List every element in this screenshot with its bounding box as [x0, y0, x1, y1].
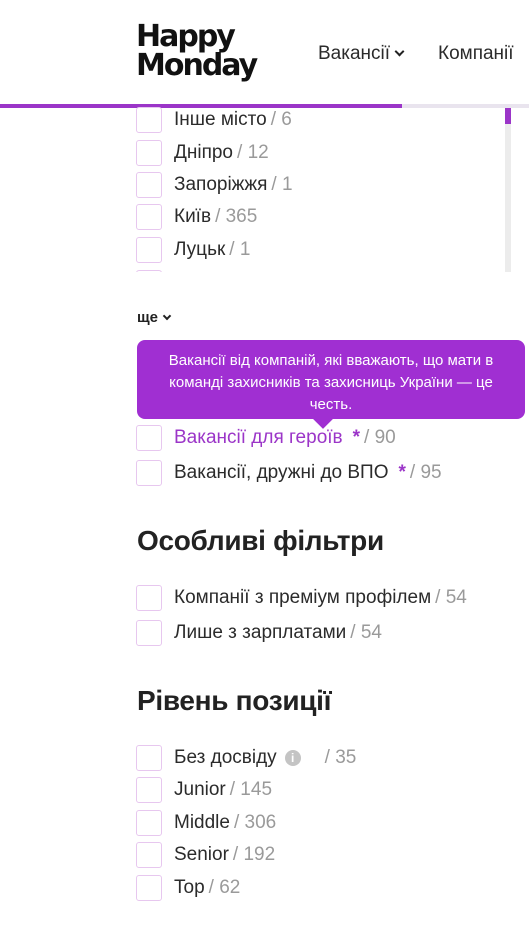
level-label: Top — [174, 877, 205, 898]
heroes-vacancies-label: Вакансії для героїв — [174, 427, 343, 448]
level-label: Middle — [174, 812, 230, 833]
checkbox[interactable] — [136, 140, 162, 166]
heroes-vacancies-filter[interactable]: Вакансії для героїв * / 90 — [136, 425, 396, 451]
checkbox[interactable] — [136, 777, 162, 803]
city-filter-list[interactable]: Інше місто / 6 Дніпро / 12 Запоріжжя / 1… — [136, 104, 511, 272]
filter-count: / 54 — [350, 622, 382, 643]
level-count: / 145 — [229, 779, 273, 800]
chevron-down-icon — [394, 46, 405, 57]
checkbox[interactable] — [136, 585, 162, 611]
level-title: Рівень позиції — [137, 685, 332, 716]
level-filter-middle[interactable]: Middle / 306 — [136, 810, 276, 836]
site-header: Happy Monday Вакансії Компанії — [0, 0, 529, 108]
level-filter-junior[interactable]: Junior / 145 — [136, 777, 272, 803]
salary-only-filter[interactable]: Лише з зарплатами / 54 — [136, 620, 382, 646]
premium-companies-filter[interactable]: Компанії з преміум профілем / 54 — [136, 585, 467, 611]
asterisk-icon: * — [398, 462, 406, 483]
city-list-scrollbar[interactable] — [505, 108, 511, 272]
idp-friendly-label: Вакансії, дружні до ВПО — [174, 462, 389, 483]
logo-line-2: Monday — [136, 48, 258, 83]
filter-count: / 54 — [435, 587, 467, 608]
city-count: / 1 — [229, 239, 251, 260]
level-filter-no-experience[interactable]: Без досвіду i / 35 — [136, 745, 356, 771]
level-count: / 35 — [324, 747, 357, 768]
city-count: / 12 — [237, 142, 269, 163]
checkbox[interactable] — [136, 237, 162, 263]
nav-companies-label: Компанії — [438, 43, 514, 64]
city-filter-item-partial[interactable] — [136, 270, 174, 272]
asterisk-icon: * — [352, 427, 361, 448]
city-label: Дніпро — [174, 142, 234, 163]
tooltip-text: Вакансії від компаній, які вважають, що … — [168, 352, 494, 413]
city-label: Запоріжжя — [174, 174, 268, 195]
level-label: Senior — [174, 844, 229, 865]
level-filter-senior[interactable]: Senior / 192 — [136, 842, 275, 868]
info-icon[interactable]: i — [284, 750, 301, 766]
checkbox[interactable] — [136, 425, 162, 451]
special-filters-title: Особливі фільтри — [137, 525, 384, 556]
checkbox[interactable] — [136, 842, 162, 868]
city-filter-item[interactable]: Інше місто / 6 — [136, 107, 292, 133]
level-label: Junior — [174, 779, 226, 800]
level-label: Без досвіду — [174, 747, 277, 768]
checkbox[interactable] — [136, 875, 162, 901]
filter-label: Компанії з преміум профілем — [174, 587, 432, 608]
checkbox[interactable] — [136, 460, 162, 486]
city-count: / 6 — [270, 109, 292, 130]
idp-friendly-count: / 95 — [409, 462, 442, 483]
checkbox[interactable] — [136, 620, 162, 646]
city-count: / 1 — [271, 174, 293, 195]
idp-friendly-filter[interactable]: Вакансії, дружні до ВПО * / 95 — [136, 460, 442, 486]
level-count: / 62 — [208, 877, 241, 898]
checkbox[interactable] — [136, 107, 162, 133]
checkbox[interactable] — [136, 270, 162, 272]
checkbox[interactable] — [136, 204, 162, 230]
city-label: Київ — [174, 206, 212, 227]
level-filter-top[interactable]: Top / 62 — [136, 875, 240, 901]
scrollbar-thumb[interactable] — [505, 108, 511, 124]
city-filter-item[interactable]: Київ / 365 — [136, 204, 257, 230]
heroes-vacancies-count: / 90 — [364, 427, 396, 448]
city-count: / 365 — [215, 206, 258, 227]
checkbox[interactable] — [136, 810, 162, 836]
filter-label: Лише з зарплатами — [174, 622, 347, 643]
nav-companies[interactable]: Компанії — [438, 43, 514, 65]
city-filter-item[interactable]: Луцьк / 1 — [136, 237, 250, 263]
nav-vacancies-label: Вакансії — [318, 43, 391, 64]
show-more-label: ще — [137, 309, 158, 326]
logo[interactable]: Happy Monday — [136, 19, 258, 83]
nav-vacancies[interactable]: Вакансії — [318, 43, 405, 65]
city-filter-item[interactable]: Дніпро / 12 — [136, 140, 269, 166]
level-count: / 306 — [233, 812, 277, 833]
city-filter-item[interactable]: Запоріжжя / 1 — [136, 172, 293, 198]
level-count: / 192 — [232, 844, 276, 865]
checkbox[interactable] — [136, 172, 162, 198]
checkbox[interactable] — [136, 745, 162, 771]
chevron-down-icon — [162, 311, 172, 321]
logo-line-1: Happy — [136, 19, 236, 54]
heroes-tooltip: Вакансії від компаній, які вважають, що … — [137, 340, 525, 419]
show-more-toggle[interactable]: ще — [137, 309, 172, 326]
city-label: Луцьк — [174, 239, 226, 260]
city-label: Інше місто — [174, 109, 267, 130]
